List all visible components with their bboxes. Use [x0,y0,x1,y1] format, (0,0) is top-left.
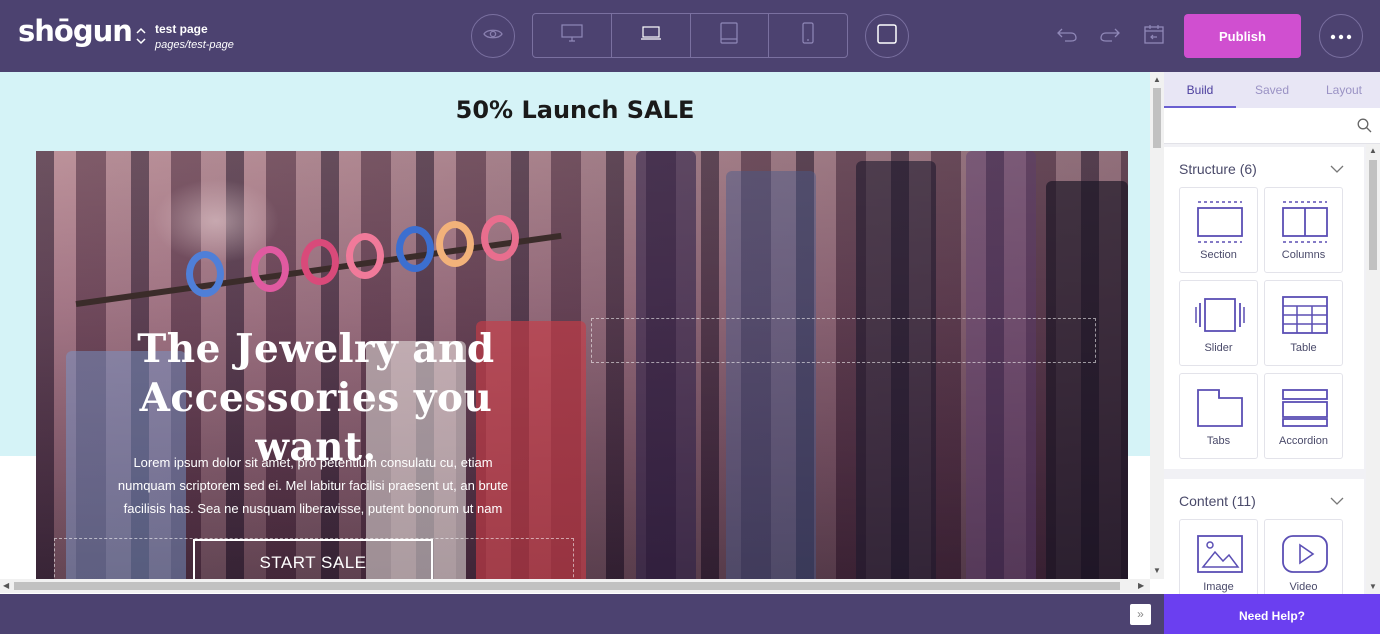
redo-button[interactable] [1098,24,1122,48]
canvas-vertical-scroll-thumb[interactable] [1153,88,1161,148]
element-section[interactable]: Section [1179,187,1258,273]
tab-layout[interactable]: Layout [1308,72,1380,108]
hero-body-text[interactable]: Lorem ipsum dolor sit amet, pro petentiu… [88,451,538,520]
tab-saved[interactable]: Saved [1236,72,1308,108]
frame-toggle-button[interactable] [865,14,909,58]
hero-heading[interactable]: The Jewelry and Accessories you want. [76,325,556,472]
page-path: pages/test-page [155,39,234,51]
element-search [1164,108,1380,144]
element-label: Tabs [1206,435,1231,447]
hero-body-line: facilisis has. Sea ne nusquam liberaviss… [123,501,503,516]
canvas-horizontal-scroll-thumb[interactable] [14,582,1120,590]
scroll-down-arrow-icon[interactable]: ▼ [1153,566,1161,575]
hanger-shape [346,233,384,279]
laptop-icon [640,25,662,46]
mobile-icon [802,22,814,49]
more-options-button[interactable] [1319,14,1363,58]
tab-build[interactable]: Build [1164,72,1236,108]
bottom-bar [0,594,1164,634]
device-switcher [532,13,848,58]
up-down-chevron-icon [134,27,148,46]
element-video[interactable]: Video [1264,519,1343,594]
tablet-icon [720,22,738,49]
scroll-up-arrow-icon[interactable]: ▲ [1153,75,1161,84]
undo-icon [1056,26,1078,47]
redo-icon [1099,26,1121,47]
hanger-shape [436,221,474,267]
structure-group: Structure (6) Section Columns Slider Tab… [1164,147,1364,469]
device-desktop-button[interactable] [533,14,612,57]
garment-shape [856,161,936,579]
chevron-down-icon[interactable] [1330,161,1344,179]
hero-image[interactable]: The Jewelry and Accessories you want. Lo… [36,151,1128,579]
canvas-horizontal-scrollbar[interactable]: ◀ ▶ [0,579,1150,593]
hanger-shape [396,226,434,272]
publish-button[interactable]: Publish [1184,14,1301,58]
search-icon[interactable] [1357,118,1372,138]
element-table[interactable]: Table [1264,280,1343,366]
preview-button[interactable] [471,14,515,58]
element-accordion[interactable]: Accordion [1264,373,1343,459]
desktop-icon [561,24,583,47]
element-slider[interactable]: Slider [1179,280,1258,366]
sale-title[interactable]: 50% Launch SALE [0,96,1150,124]
garment-shape [1046,181,1128,579]
empty-column-placeholder[interactable] [591,318,1096,363]
content-group-title[interactable]: Content (11) [1179,493,1256,509]
undo-button[interactable] [1055,24,1079,48]
device-tablet-button[interactable] [691,14,770,57]
scroll-up-arrow-icon[interactable]: ▲ [1369,146,1377,155]
hero-heading-line: The Jewelry and [137,326,495,372]
device-mobile-button[interactable] [769,14,847,57]
garment-shape [636,151,696,579]
need-help-button[interactable]: Need Help? [1164,594,1380,634]
garment-shape [966,151,1036,579]
hanger-shape [481,215,519,261]
shogun-logo[interactable]: shōgun [18,14,133,48]
chevron-down-icon[interactable] [1330,493,1344,511]
element-label: Video [1289,581,1318,593]
device-laptop-button[interactable] [612,14,691,57]
garment-shape [726,171,816,579]
structure-group-title[interactable]: Structure (6) [1179,161,1257,177]
element-columns[interactable]: Columns [1264,187,1343,273]
elements-panel: Build Saved Layout Structure (6) Section… [1164,72,1380,594]
hero-body-line: Lorem ipsum dolor sit amet, pro petentiu… [133,455,493,470]
element-label: Section [1200,249,1237,261]
collapse-panel-button[interactable]: » [1130,604,1151,625]
element-label: Columns [1281,249,1326,261]
element-label: Accordion [1279,435,1328,447]
scroll-down-arrow-icon[interactable]: ▼ [1369,582,1377,591]
scroll-left-arrow-icon[interactable]: ◀ [3,581,9,590]
element-tabs[interactable]: Tabs [1179,373,1258,459]
page-canvas[interactable]: 50% Launch SALE The Jewelry and Accessor… [0,72,1150,579]
canvas-vertical-scrollbar[interactable]: ▲ ▼ [1150,72,1164,579]
content-group: Content (11) Image Video [1164,479,1364,594]
hero-body-line: numquam scriptorem sed ei. Mel labitur f… [117,478,509,493]
page-switcher[interactable]: test page pages/test-page [134,22,234,51]
start-sale-button[interactable]: START SALE [193,539,433,579]
top-bar: shōgun test page pages/test-page Publish [0,0,1380,72]
panel-tabs: Build Saved Layout [1164,72,1380,108]
hanger-shape [251,246,289,292]
history-icon [1143,24,1165,49]
scroll-right-arrow-icon[interactable]: ▶ [1138,581,1144,590]
element-label: Image [1203,581,1234,593]
history-button[interactable] [1142,24,1166,48]
panel-scrollbar[interactable]: ▲ ▼ [1366,144,1380,594]
element-image[interactable]: Image [1179,519,1258,594]
frame-icon [877,23,897,49]
element-label: Table [1290,342,1317,354]
hanger-shape [301,239,339,285]
more-icon [1330,27,1352,45]
page-name: test page [155,22,208,36]
element-label: Slider [1204,342,1233,354]
hanger-shape [186,251,224,297]
eye-icon [483,27,503,46]
panel-scroll-thumb[interactable] [1369,160,1377,270]
element-search-input[interactable] [1174,115,1344,137]
